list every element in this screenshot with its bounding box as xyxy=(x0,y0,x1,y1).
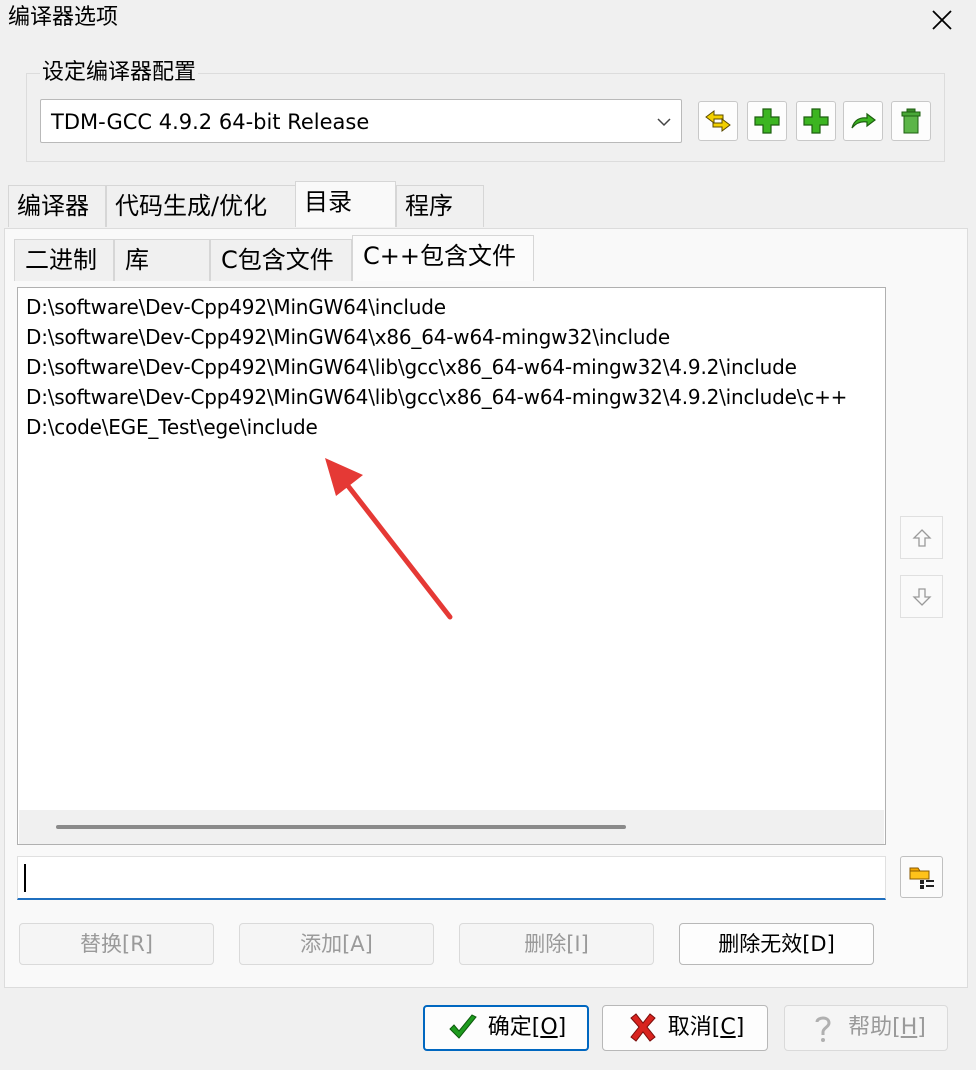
arrow-down-icon xyxy=(911,587,932,606)
chevron-down-icon xyxy=(657,118,671,127)
cancel-button[interactable]: 取消[C] xyxy=(602,1005,768,1051)
tab-cpp-includes[interactable]: C++包含文件 xyxy=(352,235,534,281)
arrow-up-icon xyxy=(911,528,932,547)
tab-c-includes[interactable]: C包含文件 xyxy=(210,239,352,281)
rename-arrows-icon xyxy=(705,110,731,132)
tab-label: 目录 xyxy=(304,188,352,216)
delete-compiler-button[interactable] xyxy=(891,101,931,141)
tab-binaries[interactable]: 二进制 xyxy=(14,239,114,281)
help-label-key: H xyxy=(900,1015,918,1040)
cancel-label: 取消[C] xyxy=(668,1006,745,1050)
help-label-prefix: 帮助[ xyxy=(848,1015,901,1040)
ok-button[interactable]: 确定[O] xyxy=(423,1005,589,1051)
help-label: 帮助[H] xyxy=(848,1006,926,1050)
close-button[interactable] xyxy=(922,2,962,38)
close-icon xyxy=(932,10,952,30)
cancel-label-key: C xyxy=(720,1015,736,1040)
tab-label: 代码生成/优化 xyxy=(115,192,268,220)
list-item[interactable]: D:\software\Dev-Cpp492\MinGW64\include xyxy=(26,292,446,322)
list-item[interactable]: D:\software\Dev-Cpp492\MinGW64\lib\gcc\x… xyxy=(26,352,797,382)
tab-label: C包含文件 xyxy=(221,246,334,274)
tab-directories[interactable]: 目录 xyxy=(295,181,396,227)
folder-icon xyxy=(909,867,934,889)
tab-libraries[interactable]: 库 xyxy=(114,239,210,281)
text-caret xyxy=(24,864,26,892)
browse-folder-button[interactable] xyxy=(900,856,943,898)
checkmark-icon xyxy=(449,1014,477,1039)
ok-label-key: O xyxy=(540,1015,558,1040)
delete-button[interactable]: 删除[I] xyxy=(459,923,654,965)
cancel-label-prefix: 取消[ xyxy=(667,1015,721,1040)
replace-button[interactable]: 替换[R] xyxy=(19,923,214,965)
horizontal-scrollbar[interactable] xyxy=(19,810,884,844)
ok-label: 确定[O] xyxy=(488,1006,567,1050)
add-compiler-button[interactable] xyxy=(747,101,787,141)
x-icon xyxy=(629,1013,656,1042)
tab-label: 程序 xyxy=(405,192,453,220)
rename-compiler-button[interactable] xyxy=(698,101,738,141)
list-item[interactable]: D:\code\EGE_Test\ege\include xyxy=(26,412,318,442)
tab-label: 库 xyxy=(125,246,149,274)
add-compiler-folder-button[interactable] xyxy=(796,101,836,141)
trash-icon xyxy=(901,108,921,134)
tab-compiler[interactable]: 编译器 xyxy=(8,185,106,227)
question-icon xyxy=(815,1016,831,1042)
include-dirs-list[interactable]: D:\software\Dev-Cpp492\MinGW64\include D… xyxy=(17,287,886,845)
tab-label: 二进制 xyxy=(25,246,97,274)
ok-label-suffix: ] xyxy=(557,1015,567,1040)
compiler-set-combo[interactable]: TDM-GCC 4.9.2 64-bit Release xyxy=(40,99,682,143)
compiler-set-selected: TDM-GCC 4.9.2 64-bit Release xyxy=(51,110,370,134)
move-up-button[interactable] xyxy=(900,516,943,559)
window-title: 编译器选项 xyxy=(8,5,119,30)
tab-codegen[interactable]: 代码生成/优化 xyxy=(106,185,296,227)
title-bar: 编译器选项 xyxy=(0,0,976,40)
cancel-label-suffix: ] xyxy=(735,1015,745,1040)
list-item[interactable]: D:\software\Dev-Cpp492\MinGW64\lib\gcc\x… xyxy=(26,382,847,412)
main-tab-strip: 编译器 代码生成/优化 目录 程序 xyxy=(0,181,976,229)
help-label-suffix: ] xyxy=(917,1015,926,1040)
scrollbar-thumb[interactable] xyxy=(56,825,626,829)
directory-path-input[interactable] xyxy=(17,856,886,900)
list-item[interactable]: D:\software\Dev-Cpp492\MinGW64\x86_64-w6… xyxy=(26,322,670,352)
compiler-set-group-title: 设定编译器配置 xyxy=(40,58,199,88)
tab-programs[interactable]: 程序 xyxy=(396,185,484,227)
move-down-button[interactable] xyxy=(900,575,943,618)
ok-label-prefix: 确定[ xyxy=(487,1015,541,1040)
tab-label: 编译器 xyxy=(17,192,89,220)
redo-arrow-icon xyxy=(851,112,876,129)
plus-icon xyxy=(803,108,829,134)
add-button[interactable]: 添加[A] xyxy=(239,923,434,965)
detect-compiler-button[interactable] xyxy=(843,101,883,141)
help-button[interactable]: 帮助[H] xyxy=(784,1005,948,1051)
delete-invalid-button[interactable]: 删除无效[D] xyxy=(679,923,874,965)
plus-icon xyxy=(754,108,780,134)
tab-label: C++包含文件 xyxy=(363,242,516,270)
